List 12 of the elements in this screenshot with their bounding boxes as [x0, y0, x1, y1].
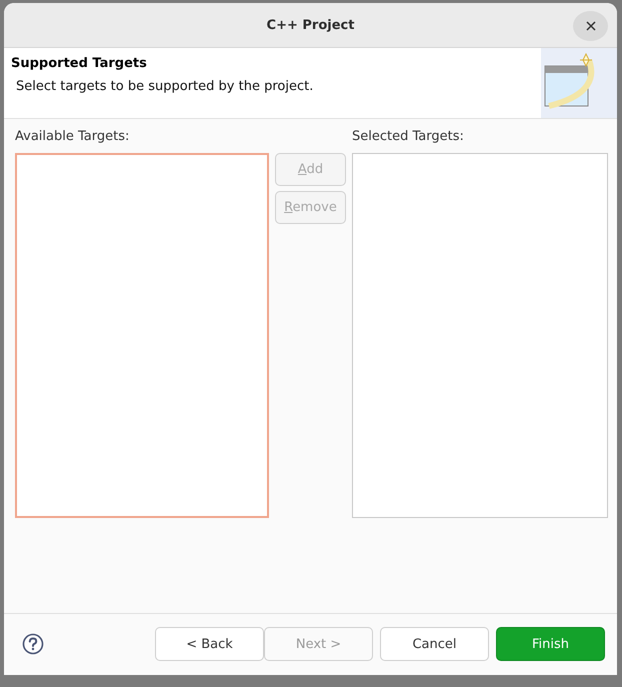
field-label: Selected Targets: — [352, 129, 465, 146]
finish-button[interactable]: Finish — [496, 627, 605, 661]
help-icon[interactable] — [22, 633, 44, 655]
field-label: Available Targets: — [15, 129, 130, 146]
wizard-window-icon — [541, 48, 617, 118]
window-title: C++ Project — [266, 18, 354, 32]
close-icon — [586, 21, 596, 31]
back-button[interactable]: < Back — [155, 627, 264, 661]
page-description: Select targets to be supported by the project. — [15, 79, 314, 94]
close-button[interactable] — [573, 11, 608, 41]
cancel-button[interactable]: Cancel — [380, 627, 489, 661]
page-title: Supported Targets — [11, 56, 148, 71]
